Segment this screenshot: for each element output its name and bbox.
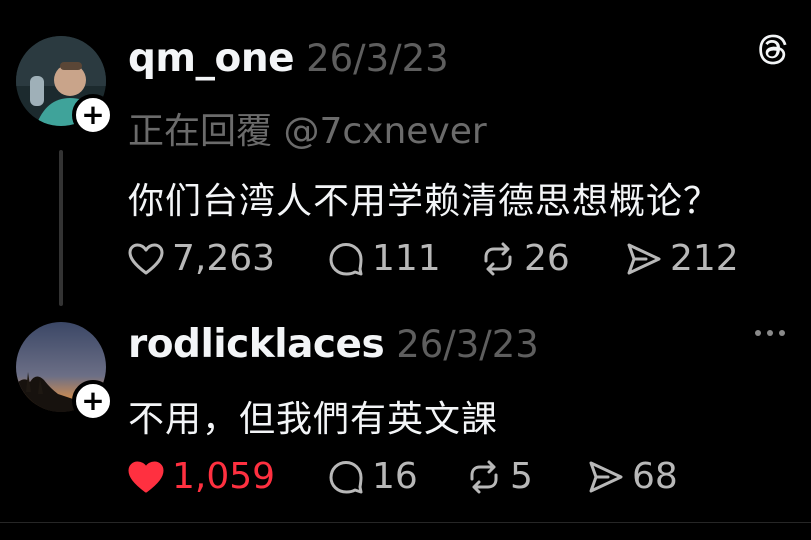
post-date: 26/3/23 — [306, 37, 449, 80]
follow-plus-icon[interactable]: + — [72, 94, 114, 136]
share-button[interactable]: 212 — [624, 238, 739, 279]
share-icon — [589, 461, 623, 492]
repost-count: 26 — [524, 238, 570, 279]
post-actions: 1,059 16 5 68 — [126, 456, 678, 497]
comment-count: 111 — [372, 238, 441, 279]
share-count: 68 — [632, 456, 678, 497]
comment-button[interactable]: 111 — [326, 238, 478, 279]
username[interactable]: rodlicklaces — [128, 322, 385, 367]
like-button[interactable]: 1,059 — [126, 456, 326, 497]
like-count: 1,059 — [172, 456, 276, 497]
share-icon — [627, 243, 661, 274]
like-button[interactable]: 7,263 — [126, 238, 326, 279]
comment-icon — [329, 460, 363, 493]
divider — [0, 522, 811, 523]
follow-plus-icon[interactable]: + — [72, 380, 114, 422]
share-button[interactable]: 68 — [586, 456, 678, 497]
repost-icon — [470, 460, 498, 493]
heart-icon — [128, 461, 164, 492]
post-date: 26/3/23 — [396, 323, 539, 366]
more-icon[interactable] — [755, 330, 785, 336]
threads-logo-icon[interactable] — [755, 30, 789, 72]
comment-button[interactable]: 16 — [326, 456, 464, 497]
reply-to-label[interactable]: 正在回覆 @7cxnever — [128, 102, 487, 154]
repost-button[interactable]: 26 — [478, 238, 624, 279]
repost-count: 5 — [510, 456, 533, 497]
post-text: 你们台湾人不用学赖清德思想概论？ — [128, 181, 721, 222]
share-count: 212 — [670, 238, 739, 279]
username[interactable]: qm_one — [128, 36, 295, 81]
repost-button[interactable]: 5 — [464, 456, 586, 497]
thread-line — [59, 150, 63, 306]
like-count: 7,263 — [172, 238, 276, 279]
comment-icon — [329, 242, 363, 275]
repost-icon — [484, 242, 512, 275]
post-text: 不用，但我們有英文課 — [128, 399, 499, 440]
heart-icon — [128, 243, 164, 274]
post-actions: 7,263 111 26 212 — [126, 238, 739, 279]
comment-count: 16 — [372, 456, 418, 497]
